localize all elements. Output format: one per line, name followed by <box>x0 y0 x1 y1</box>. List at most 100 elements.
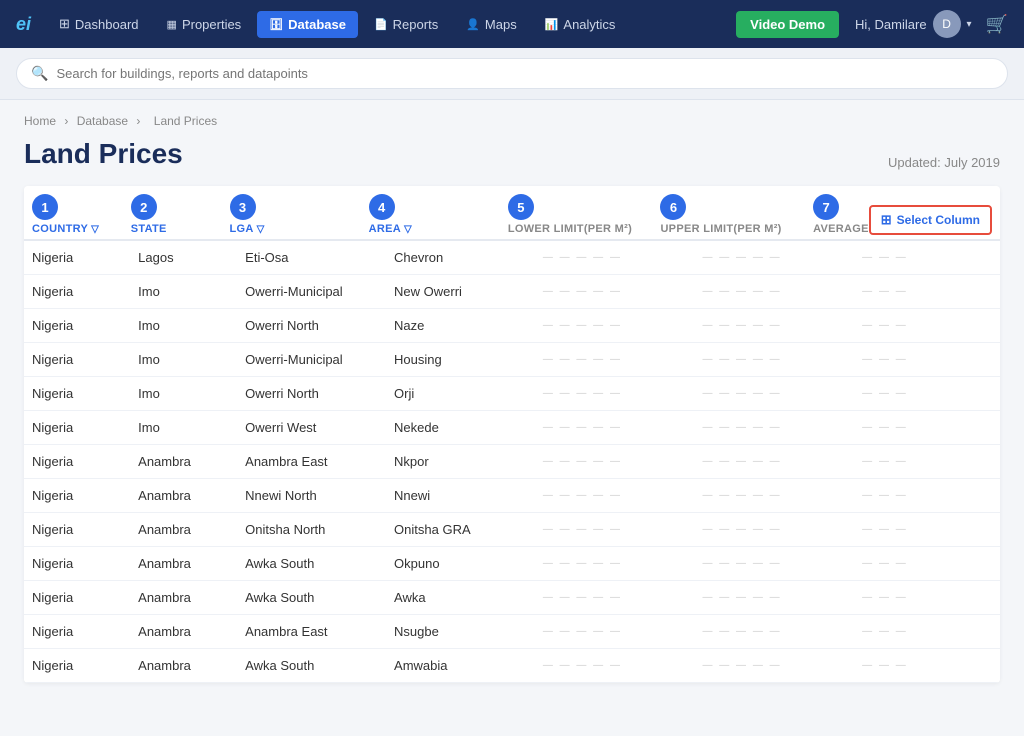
nav-properties[interactable]: ▦ Properties <box>155 11 254 38</box>
land-prices-table: Nigeria Lagos Eti-Osa Chevron — — — — — … <box>24 241 1000 683</box>
select-column-button[interactable]: ⊞ Select Column <box>869 205 992 235</box>
cell-lower: — — — — — <box>535 275 695 309</box>
cell-country: Nigeria <box>24 411 130 445</box>
cell-area: Amwabia <box>386 649 535 683</box>
cell-state: Anambra <box>130 615 237 649</box>
cell-area: Awka <box>386 581 535 615</box>
cell-avg: — — — <box>854 309 1000 343</box>
cell-lower: — — — — — <box>535 513 695 547</box>
cell-upper: — — — — — <box>695 649 855 683</box>
cell-upper: — — — — — <box>695 479 855 513</box>
cell-country: Nigeria <box>24 309 130 343</box>
user-greeting: Hi, Damilare <box>855 17 927 32</box>
cell-lga: Owerri North <box>237 309 386 343</box>
updated-label: Updated: July 2019 <box>888 155 1000 170</box>
cell-lga: Eti-Osa <box>237 241 386 275</box>
chevron-down-icon: ▾ <box>967 19 972 30</box>
properties-icon: ▦ <box>167 18 177 31</box>
cell-avg: — — — <box>854 615 1000 649</box>
col-header-area: 4 AREA ▽ <box>369 194 508 235</box>
search-input[interactable] <box>56 66 993 81</box>
col-header-upper: 6 UPPER LIMIT(PER M²) <box>660 194 813 235</box>
col-header-lga: 3 LGA ▽ <box>230 194 369 235</box>
cell-upper: — — — — — <box>695 581 855 615</box>
cell-upper: — — — — — <box>695 513 855 547</box>
cell-country: Nigeria <box>24 479 130 513</box>
cell-lga: Nnewi North <box>237 479 386 513</box>
page-title: Land Prices <box>24 138 183 170</box>
col-badge-1: 1 <box>32 194 58 220</box>
filter-icon-lga[interactable]: ▽ <box>257 224 265 235</box>
nav-analytics[interactable]: 📊 Analytics <box>533 11 628 38</box>
cell-area: Nnewi <box>386 479 535 513</box>
cell-avg: — — — <box>854 343 1000 377</box>
nav-maps[interactable]: 👤 Maps <box>454 11 529 38</box>
breadcrumb-current: Land Prices <box>154 114 217 128</box>
nav-dashboard[interactable]: ⊞ Dashboard <box>47 10 151 38</box>
col-label-country: COUNTRY ▽ <box>32 223 99 235</box>
cell-area: Chevron <box>386 241 535 275</box>
col-badge-4: 4 <box>369 194 395 220</box>
col-badge-7: 7 <box>813 194 839 220</box>
breadcrumb-home[interactable]: Home <box>24 114 56 128</box>
table-row: Nigeria Anambra Anambra East Nsugbe — — … <box>24 615 1000 649</box>
user-menu[interactable]: Hi, Damilare D ▾ <box>855 10 972 38</box>
cell-lga: Anambra East <box>237 445 386 479</box>
table-row: Nigeria Anambra Awka South Amwabia — — —… <box>24 649 1000 683</box>
filter-icon-country[interactable]: ▽ <box>91 224 99 235</box>
cell-upper: — — — — — <box>695 411 855 445</box>
col-label-state: STATE <box>131 223 167 235</box>
filter-icon-area[interactable]: ▽ <box>404 224 412 235</box>
cell-state: Imo <box>130 309 237 343</box>
cell-lga: Awka South <box>237 547 386 581</box>
cell-area: Onitsha GRA <box>386 513 535 547</box>
breadcrumb-database[interactable]: Database <box>77 114 128 128</box>
col-badge-6: 6 <box>660 194 686 220</box>
cell-upper: — — — — — <box>695 275 855 309</box>
cell-country: Nigeria <box>24 377 130 411</box>
cell-lower: — — — — — <box>535 445 695 479</box>
nav-reports[interactable]: 📄 Reports <box>362 11 450 38</box>
search-icon: 🔍 <box>31 65 48 82</box>
cell-country: Nigeria <box>24 241 130 275</box>
col-badge-5: 5 <box>508 194 534 220</box>
maps-icon: 👤 <box>466 18 480 31</box>
cell-lga: Awka South <box>237 581 386 615</box>
cell-country: Nigeria <box>24 445 130 479</box>
video-demo-button[interactable]: Video Demo <box>736 11 839 38</box>
cell-lower: — — — — — <box>535 309 695 343</box>
cell-lower: — — — — — <box>535 411 695 445</box>
cell-lower: — — — — — <box>535 377 695 411</box>
cell-lga: Owerri-Municipal <box>237 275 386 309</box>
cell-lga: Onitsha North <box>237 513 386 547</box>
cell-avg: — — — <box>854 411 1000 445</box>
cell-avg: — — — <box>854 275 1000 309</box>
cell-state: Imo <box>130 275 237 309</box>
cell-state: Imo <box>130 411 237 445</box>
cell-country: Nigeria <box>24 615 130 649</box>
table-row: Nigeria Imo Owerri-Municipal New Owerri … <box>24 275 1000 309</box>
nav-database[interactable]: 🗄 Database <box>257 11 358 38</box>
cell-lga: Awka South <box>237 649 386 683</box>
cell-state: Anambra <box>130 649 237 683</box>
table-row: Nigeria Anambra Awka South Okpuno — — — … <box>24 547 1000 581</box>
cell-upper: — — — — — <box>695 377 855 411</box>
table-row: Nigeria Anambra Onitsha North Onitsha GR… <box>24 513 1000 547</box>
cell-state: Anambra <box>130 513 237 547</box>
main-content: Home › Database › Land Prices Land Price… <box>0 100 1024 707</box>
cell-avg: — — — <box>854 513 1000 547</box>
cell-area: Nkpor <box>386 445 535 479</box>
cell-country: Nigeria <box>24 547 130 581</box>
cell-country: Nigeria <box>24 343 130 377</box>
cell-upper: — — — — — <box>695 241 855 275</box>
database-icon: 🗄 <box>269 18 283 31</box>
dashboard-icon: ⊞ <box>59 16 70 32</box>
data-table-wrapper: 1 COUNTRY ▽ 2 STATE 3 LGA ▽ 4 <box>24 186 1000 683</box>
cell-lga: Owerri-Municipal <box>237 343 386 377</box>
col-label-lga: LGA ▽ <box>230 223 265 235</box>
select-column-wrapper: ⊞ Select Column <box>869 205 992 235</box>
cell-lower: — — — — — <box>535 581 695 615</box>
cart-icon[interactable]: 🛒 <box>986 14 1008 35</box>
col-header-avg: 7 AVERAGE <box>813 194 869 235</box>
table-row: Nigeria Imo Owerri North Naze — — — — — … <box>24 309 1000 343</box>
